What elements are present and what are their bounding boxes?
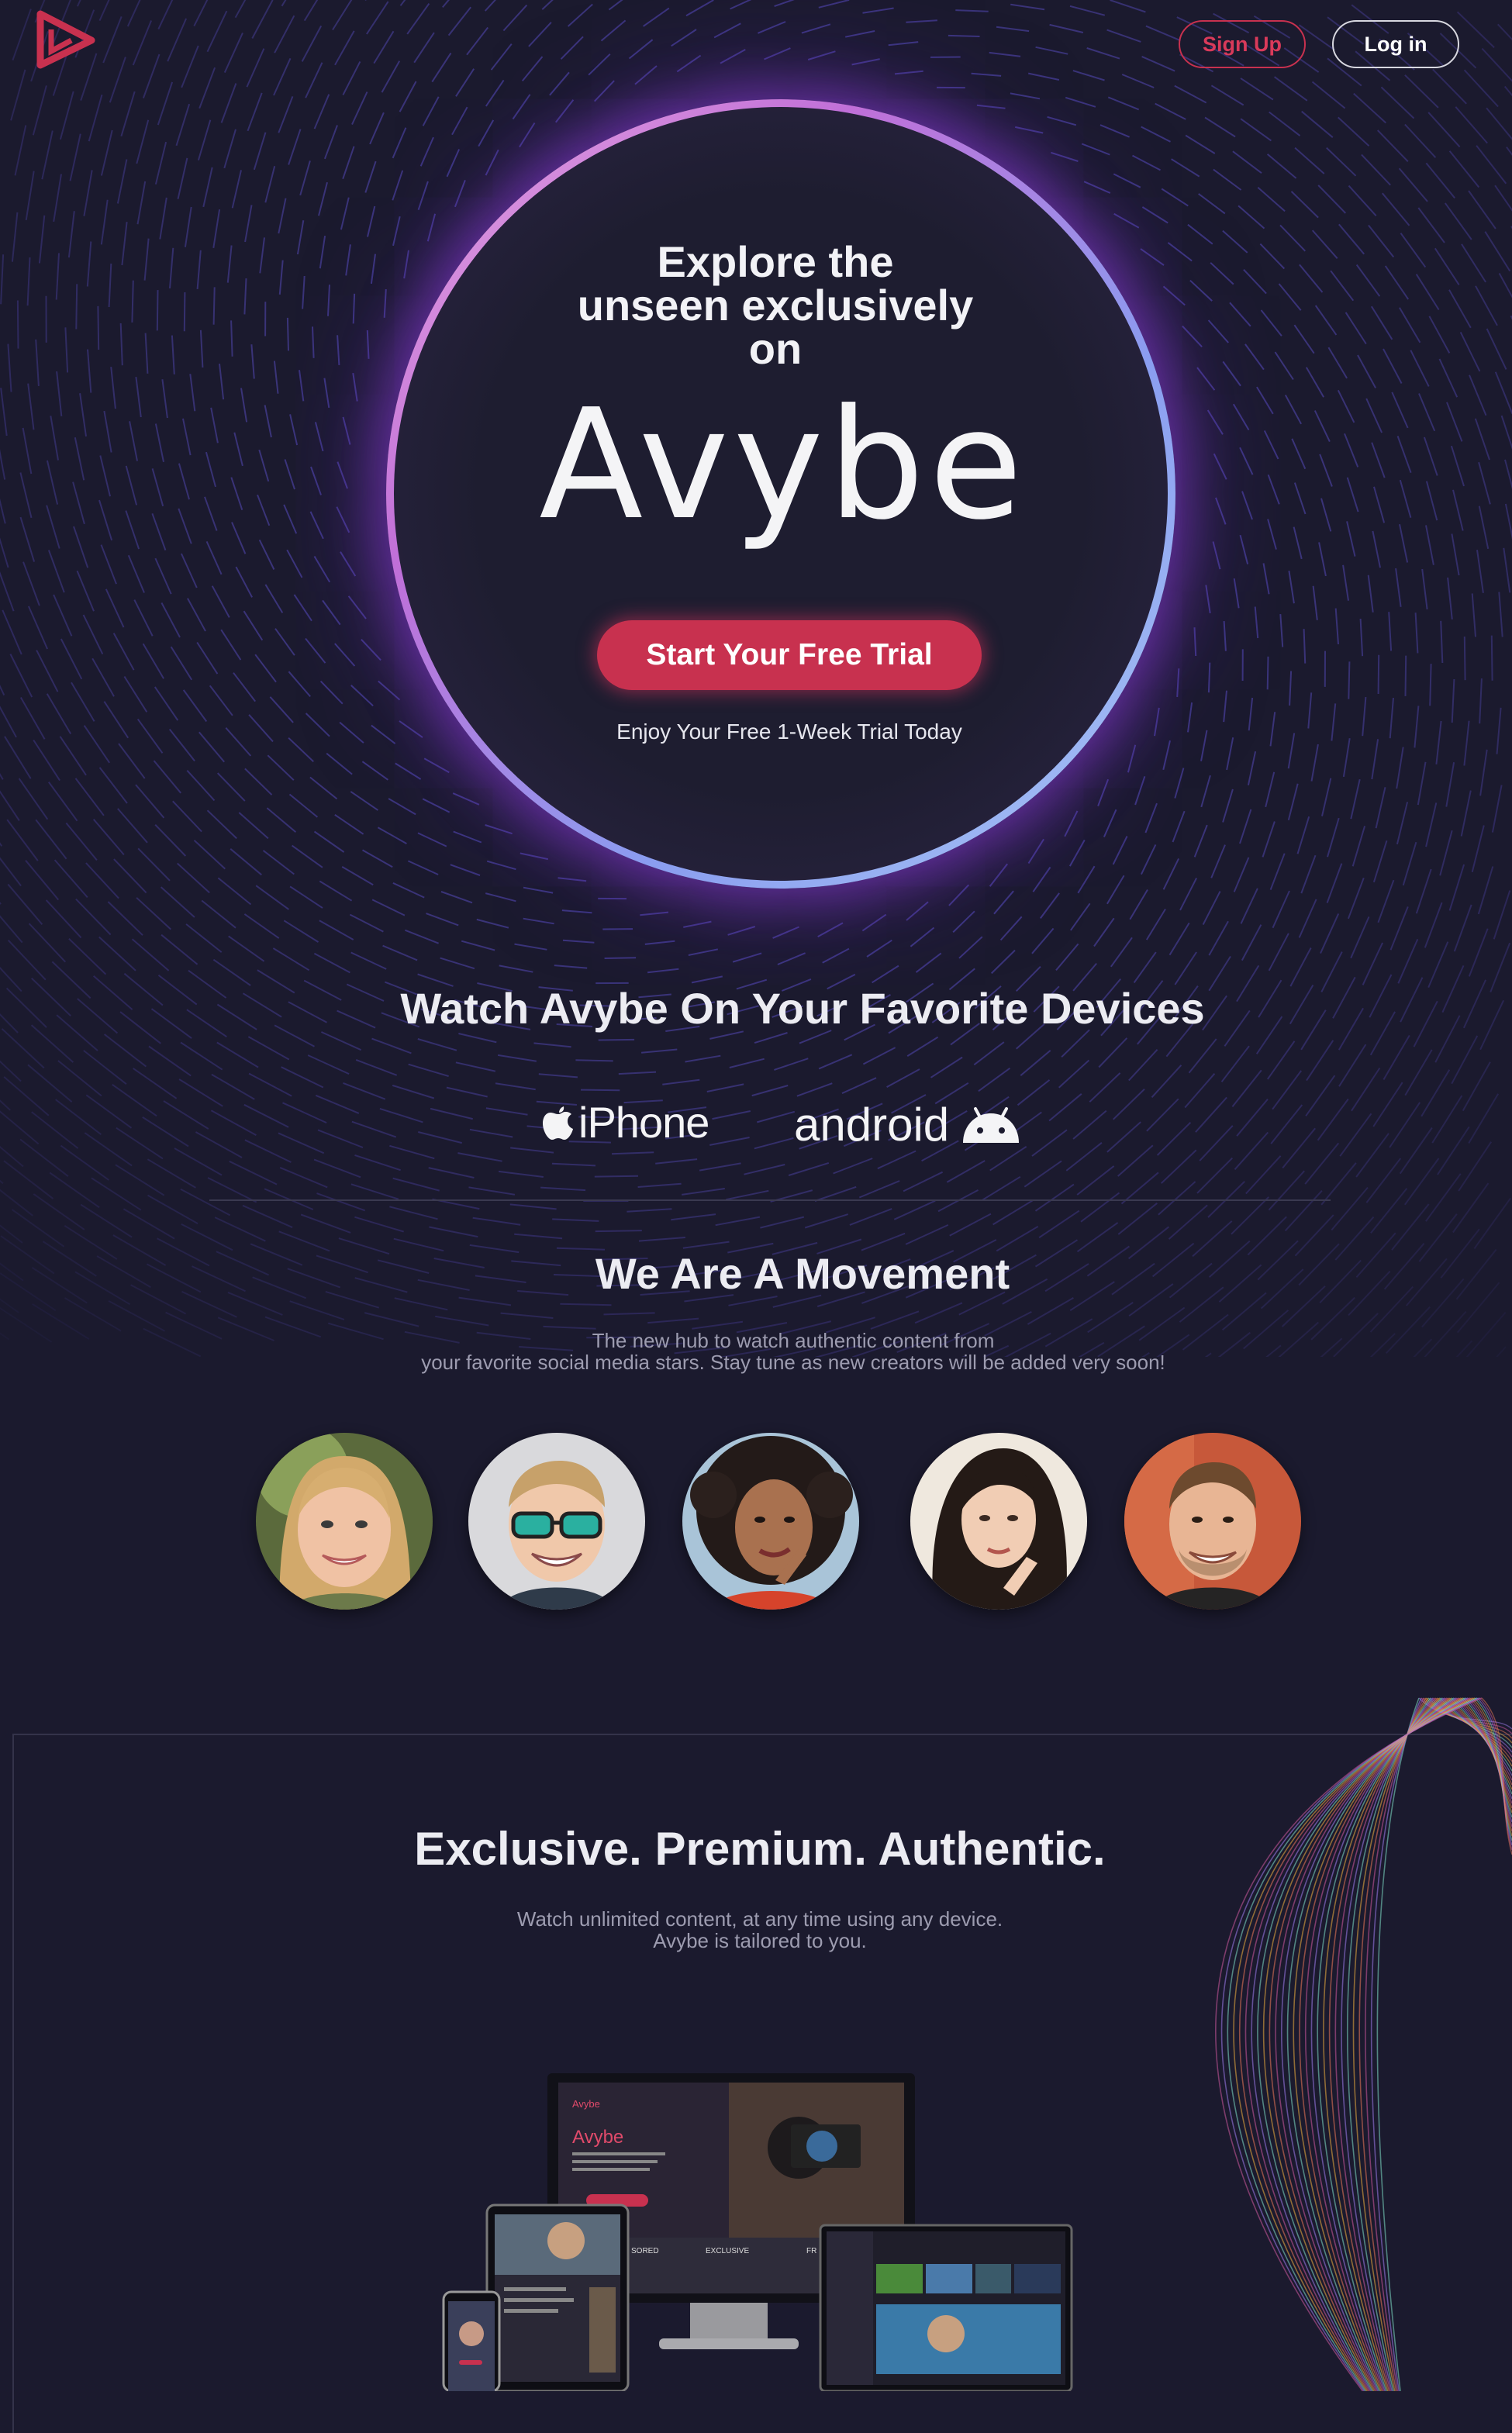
- mockup-col3: FR: [806, 2247, 816, 2255]
- creator-photo: [468, 1433, 645, 1610]
- android-robot-icon: [960, 1104, 1022, 1144]
- apple-icon: [543, 1103, 574, 1141]
- hero-heading-line3: on: [749, 324, 802, 373]
- section-divider: [209, 1199, 1331, 1201]
- exclusive-description-line2: Avybe is tailored to you.: [310, 1929, 1210, 1953]
- creator-avatar-4[interactable]: [910, 1433, 1087, 1610]
- creator-photo: [682, 1433, 859, 1610]
- android-label: android: [794, 1098, 949, 1151]
- creator-photo: [256, 1433, 433, 1610]
- mockup-col1: SORED: [631, 2247, 659, 2255]
- start-free-trial-button[interactable]: Start Your Free Trial: [597, 620, 982, 690]
- trial-note: Enjoy Your Free 1-Week Trial Today: [543, 720, 1036, 744]
- mockup-heading: Avybe: [572, 2127, 623, 2148]
- mockup-col2: EXCLUSIVE: [706, 2247, 749, 2255]
- movement-description-line1: The new hub to watch authentic content f…: [233, 1329, 1354, 1353]
- exclusive-description-line1: Watch unlimited content, at any time usi…: [310, 1907, 1210, 1931]
- sign-up-button[interactable]: Sign Up: [1179, 20, 1306, 68]
- exclusive-title: Exclusive. Premium. Authentic.: [233, 1822, 1287, 1876]
- movement-description-line2: your favorite social media stars. Stay t…: [233, 1351, 1354, 1375]
- creator-avatar-1[interactable]: [256, 1433, 433, 1610]
- avybe-logo-icon[interactable]: [34, 9, 98, 70]
- iphone-label: iPhone: [578, 1097, 709, 1147]
- devices-title: Watch Avybe On Your Favorite Devices: [233, 983, 1372, 1034]
- creator-avatar-3[interactable]: [682, 1433, 859, 1610]
- mockup-app-name: Avybe: [572, 2098, 600, 2110]
- android-badge[interactable]: android: [794, 1093, 1022, 1155]
- hero-heading-line1: Explore the: [658, 237, 894, 286]
- hero-heading-line2: unseen exclusively: [578, 281, 974, 330]
- hero-heading: Explore the unseen exclusively on: [496, 240, 1055, 371]
- creator-photo: [1124, 1433, 1301, 1610]
- iphone-badge[interactable]: iPhone: [543, 1093, 709, 1151]
- device-mockup-illustration: Avybe Avybe SORED EXCLUSIVE FR: [434, 2062, 1101, 2391]
- movement-title: We Are A Movement: [233, 1248, 1372, 1299]
- brand-wordmark: Avybe: [496, 380, 1070, 550]
- creator-avatar-2[interactable]: [468, 1433, 645, 1610]
- log-in-button[interactable]: Log in: [1332, 20, 1459, 68]
- creator-avatar-5[interactable]: [1124, 1433, 1301, 1610]
- decorative-line-art: [1163, 1667, 1512, 2391]
- creator-photo: [910, 1433, 1087, 1610]
